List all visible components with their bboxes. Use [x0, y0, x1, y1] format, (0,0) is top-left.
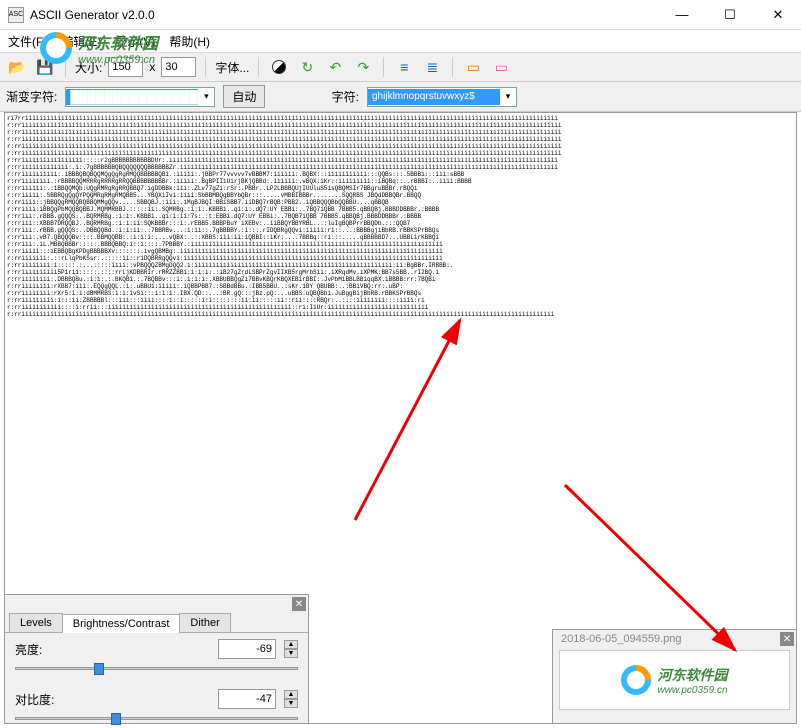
tab-dither[interactable]: Dither [179, 613, 230, 632]
close-icon[interactable]: ✕ [780, 632, 794, 646]
preview-url-text: www.pc0359.cn [657, 685, 727, 696]
brightness-slider[interactable] [15, 661, 298, 677]
contrast-input[interactable] [218, 689, 276, 709]
preview-title-text: 河东软件园 [657, 665, 727, 685]
titlebar: ASC ASCII Generator v2.0.0 — ☐ ✕ [0, 0, 801, 30]
preview2-icon[interactable]: ▭ [490, 56, 512, 78]
ramp-dropdown[interactable]: ████████████████ ▾ [65, 87, 215, 107]
panel-tabs: Levels Brightness/Contrast Dither [5, 613, 308, 633]
maximize-button[interactable]: ☐ [715, 7, 745, 23]
align-left-icon[interactable]: ≡ [393, 56, 415, 78]
preview-image: 河东软件园 www.pc0359.cn [559, 650, 790, 710]
tab-brightness[interactable]: Brightness/Contrast [62, 614, 181, 633]
watermark-url: www.pc0359.cn [78, 54, 158, 66]
contrast-slider[interactable] [15, 711, 298, 727]
options-bar: 渐变字符: ████████████████ ▾ 自动 字符: ghijklmn… [0, 82, 801, 112]
rotate-left-icon[interactable]: ↶ [324, 56, 346, 78]
spin-down-icon[interactable]: ▼ [284, 699, 298, 708]
preview1-icon[interactable]: ▭ [462, 56, 484, 78]
brightness-label: 亮度: [15, 641, 55, 658]
separator [452, 57, 453, 77]
align-center-icon[interactable]: ≣ [421, 56, 443, 78]
preview-logo-icon [621, 665, 651, 695]
chevron-down-icon: ▾ [198, 91, 214, 102]
spin-up-icon[interactable]: ▲ [284, 690, 298, 699]
close-icon[interactable]: ✕ [292, 597, 306, 611]
separator [383, 57, 384, 77]
rotate-right-icon[interactable]: ↷ [352, 56, 374, 78]
preview-filename: 2018-06-05_094559.png [555, 630, 780, 648]
minimize-button[interactable]: — [667, 7, 697, 23]
refresh-icon[interactable]: ↻ [296, 56, 318, 78]
ascii-output: ri7rriiiiiiiiiiiiiiiiiiiiiiiiiiiiiiiiiii… [5, 113, 796, 320]
app-icon: ASC [8, 7, 24, 23]
adjustments-panel: ✕ Levels Brightness/Contrast Dither 亮度: … [4, 594, 309, 724]
menu-help[interactable]: 帮助(H) [169, 33, 210, 50]
ramp-label: 渐变字符: [6, 88, 57, 105]
spin-down-icon[interactable]: ▼ [284, 649, 298, 658]
chevron-down-icon: ▾ [500, 91, 516, 102]
ramp-selected: ████████████████ [66, 89, 198, 105]
separator [258, 57, 259, 77]
preview-panel: 2018-06-05_094559.png ✕ 河东软件园 www.pc0359… [552, 629, 797, 724]
watermark: 河东软件园 www.pc0359.cn [40, 30, 158, 66]
auto-button[interactable]: 自动 [223, 85, 265, 108]
chars-dropdown[interactable]: ghijklmnopqrstuvwxyz$ ▾ [367, 87, 517, 107]
separator [205, 57, 206, 77]
font-button[interactable]: 字体... [215, 59, 249, 76]
watermark-title: 河东软件园 [78, 30, 158, 54]
close-button[interactable]: ✕ [763, 7, 793, 23]
window-title: ASCII Generator v2.0.0 [30, 8, 667, 22]
chars-label: 字符: [332, 88, 359, 105]
contrast-label: 对比度: [15, 691, 55, 708]
height-input[interactable] [161, 57, 196, 77]
chars-value: ghijklmnopqrstuvwxyz$ [368, 89, 500, 105]
spin-up-icon[interactable]: ▲ [284, 640, 298, 649]
contrast-icon[interactable] [268, 56, 290, 78]
tab-levels[interactable]: Levels [9, 613, 63, 632]
open-icon[interactable]: 📂 [6, 56, 28, 78]
brightness-input[interactable] [218, 639, 276, 659]
watermark-logo-icon [40, 32, 72, 64]
